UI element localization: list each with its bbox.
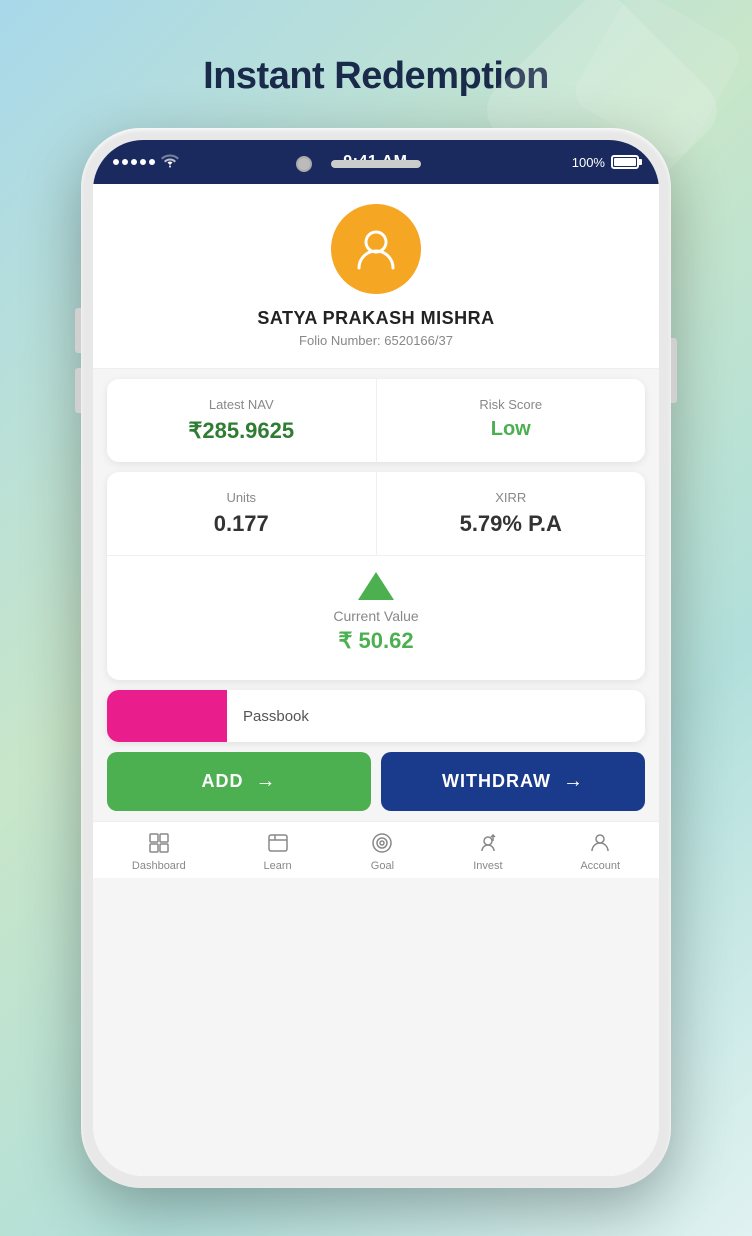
withdraw-label: WITHDRAW bbox=[442, 771, 551, 792]
withdraw-arrow-icon: → bbox=[563, 770, 584, 793]
current-value-label: Current Value bbox=[333, 608, 418, 624]
trend-up-icon bbox=[358, 572, 394, 600]
wifi-icon bbox=[161, 154, 179, 171]
action-buttons: ADD → WITHDRAW → bbox=[93, 752, 659, 821]
signal-dots bbox=[113, 159, 155, 165]
units-value: 0.177 bbox=[123, 511, 360, 537]
nav-cell: Latest NAV ₹285.9625 bbox=[107, 379, 376, 462]
battery-fill bbox=[614, 158, 636, 166]
nav-item-learn[interactable]: Learn bbox=[264, 830, 292, 872]
nav-label: Latest NAV bbox=[123, 397, 360, 412]
dashboard-nav-label: Dashboard bbox=[132, 860, 186, 872]
account-icon bbox=[587, 830, 613, 856]
xirr-cell: XIRR 5.79% P.A bbox=[376, 472, 646, 555]
current-value-section: Current Value ₹ 50.62 bbox=[107, 556, 645, 670]
add-label: ADD bbox=[202, 771, 244, 792]
stats-row: Latest NAV ₹285.9625 Risk Score Low bbox=[107, 379, 645, 462]
withdraw-button[interactable]: WITHDRAW → bbox=[381, 752, 645, 811]
stats-card: Latest NAV ₹285.9625 Risk Score Low bbox=[107, 379, 645, 462]
power-button bbox=[671, 338, 677, 403]
add-button[interactable]: ADD → bbox=[107, 752, 371, 811]
nav-item-account[interactable]: Account bbox=[580, 830, 620, 872]
invest-icon bbox=[475, 830, 501, 856]
goal-icon bbox=[369, 830, 395, 856]
phone-speaker bbox=[331, 160, 421, 168]
nav-item-invest[interactable]: Invest bbox=[473, 830, 502, 872]
bottom-nav: Dashboard Learn bbox=[93, 821, 659, 878]
user-name: SATYA PRAKASH MISHRA bbox=[257, 308, 494, 329]
invest-nav-label: Invest bbox=[473, 860, 502, 872]
volume-down-button bbox=[75, 368, 81, 413]
profile-section: SATYA PRAKASH MISHRA Folio Number: 65201… bbox=[93, 184, 659, 369]
phone-camera bbox=[296, 156, 312, 172]
battery-icon bbox=[611, 155, 639, 169]
goal-nav-label: Goal bbox=[371, 860, 394, 872]
phone-screen: 9:41 AM 100% SATYA PRAKASH MISHRA Fo bbox=[93, 140, 659, 1176]
units-label: Units bbox=[123, 490, 360, 505]
xirr-value: 5.79% P.A bbox=[393, 511, 630, 537]
risk-cell: Risk Score Low bbox=[376, 379, 646, 462]
add-arrow-icon: → bbox=[256, 770, 277, 793]
learn-nav-label: Learn bbox=[264, 860, 292, 872]
investment-card: Units 0.177 XIRR 5.79% P.A Current Value… bbox=[107, 472, 645, 680]
risk-label: Risk Score bbox=[393, 397, 630, 412]
battery-percentage: 100% bbox=[572, 155, 605, 170]
dashboard-icon bbox=[146, 830, 172, 856]
passbook-section[interactable]: Passbook bbox=[107, 690, 645, 742]
passbook-label: Passbook bbox=[243, 708, 309, 725]
investment-top-row: Units 0.177 XIRR 5.79% P.A bbox=[107, 472, 645, 556]
risk-value: Low bbox=[393, 418, 630, 441]
units-cell: Units 0.177 bbox=[107, 472, 376, 555]
avatar bbox=[331, 204, 421, 294]
account-nav-label: Account bbox=[580, 860, 620, 872]
status-left bbox=[113, 154, 179, 171]
folio-number: Folio Number: 6520166/37 bbox=[299, 333, 453, 348]
status-right: 100% bbox=[572, 155, 639, 170]
learn-icon bbox=[265, 830, 291, 856]
nav-item-dashboard[interactable]: Dashboard bbox=[132, 830, 186, 872]
nav-item-goal[interactable]: Goal bbox=[369, 830, 395, 872]
passbook-tab-indicator bbox=[107, 690, 227, 742]
app-content: SATYA PRAKASH MISHRA Folio Number: 65201… bbox=[93, 184, 659, 1176]
xirr-label: XIRR bbox=[393, 490, 630, 505]
phone-frame: 9:41 AM 100% SATYA PRAKASH MISHRA Fo bbox=[81, 128, 671, 1188]
volume-up-button bbox=[75, 308, 81, 353]
nav-value: ₹285.9625 bbox=[123, 418, 360, 444]
current-value-amount: ₹ 50.62 bbox=[338, 628, 413, 654]
